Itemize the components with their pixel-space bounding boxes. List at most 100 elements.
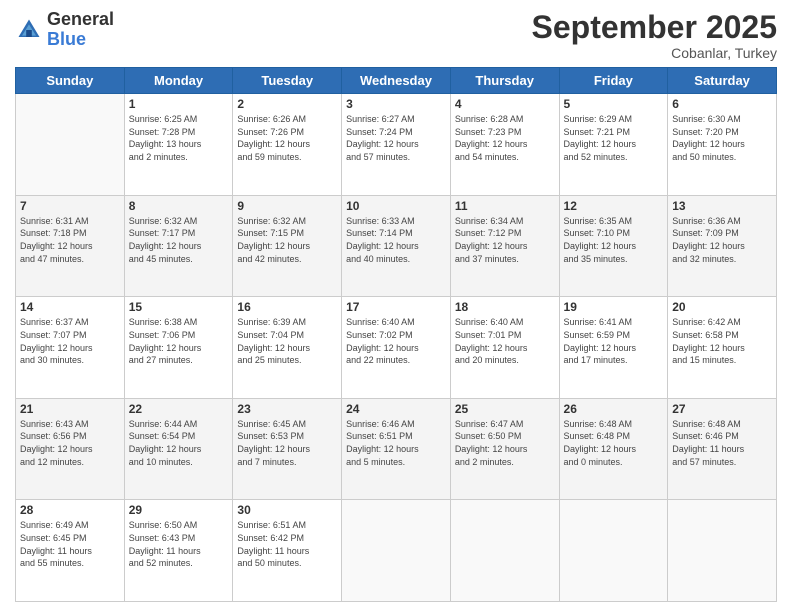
calendar-day-cell: 16 Sunrise: 6:39 AM Sunset: 7:04 PM Dayli…	[233, 297, 342, 399]
day-number: 26	[564, 402, 664, 416]
calendar-day-cell: 20 Sunrise: 6:42 AM Sunset: 6:58 PM Dayli…	[668, 297, 777, 399]
calendar-day-header: Saturday	[668, 68, 777, 94]
day-info: Sunrise: 6:49 AM Sunset: 6:45 PM Dayligh…	[20, 519, 120, 569]
day-number: 6	[672, 97, 772, 111]
day-number: 24	[346, 402, 446, 416]
day-number: 15	[129, 300, 229, 314]
day-number: 1	[129, 97, 229, 111]
day-number: 5	[564, 97, 664, 111]
calendar-day-cell: 26 Sunrise: 6:48 AM Sunset: 6:48 PM Dayli…	[559, 398, 668, 500]
calendar-day-header: Friday	[559, 68, 668, 94]
day-number: 3	[346, 97, 446, 111]
title-block: September 2025 Cobanlar, Turkey	[532, 10, 777, 61]
day-info: Sunrise: 6:36 AM Sunset: 7:09 PM Dayligh…	[672, 215, 772, 265]
calendar-day-cell: 12 Sunrise: 6:35 AM Sunset: 7:10 PM Dayli…	[559, 195, 668, 297]
day-number: 18	[455, 300, 555, 314]
day-number: 11	[455, 199, 555, 213]
calendar-header-row: SundayMondayTuesdayWednesdayThursdayFrid…	[16, 68, 777, 94]
day-info: Sunrise: 6:28 AM Sunset: 7:23 PM Dayligh…	[455, 113, 555, 163]
calendar-day-cell: 11 Sunrise: 6:34 AM Sunset: 7:12 PM Dayli…	[450, 195, 559, 297]
day-number: 27	[672, 402, 772, 416]
day-number: 13	[672, 199, 772, 213]
calendar-day-cell: 25 Sunrise: 6:47 AM Sunset: 6:50 PM Dayli…	[450, 398, 559, 500]
day-number: 28	[20, 503, 120, 517]
calendar-day-cell: 6 Sunrise: 6:30 AM Sunset: 7:20 PM Daylig…	[668, 94, 777, 196]
day-number: 21	[20, 402, 120, 416]
day-info: Sunrise: 6:39 AM Sunset: 7:04 PM Dayligh…	[237, 316, 337, 366]
day-number: 14	[20, 300, 120, 314]
day-info: Sunrise: 6:35 AM Sunset: 7:10 PM Dayligh…	[564, 215, 664, 265]
day-number: 10	[346, 199, 446, 213]
calendar-day-cell: 5Sunrise: 6:29 AM Sunset: 7:21 PM Daylig…	[559, 94, 668, 196]
day-number: 16	[237, 300, 337, 314]
day-info: Sunrise: 6:37 AM Sunset: 7:07 PM Dayligh…	[20, 316, 120, 366]
calendar-day-cell: 17 Sunrise: 6:40 AM Sunset: 7:02 PM Dayli…	[342, 297, 451, 399]
calendar-day-cell: 29 Sunrise: 6:50 AM Sunset: 6:43 PM Dayli…	[124, 500, 233, 602]
day-info: Sunrise: 6:25 AM Sunset: 7:28 PM Dayligh…	[129, 113, 229, 163]
day-number: 7	[20, 199, 120, 213]
day-info: Sunrise: 6:33 AM Sunset: 7:14 PM Dayligh…	[346, 215, 446, 265]
calendar-day-cell: 13 Sunrise: 6:36 AM Sunset: 7:09 PM Dayli…	[668, 195, 777, 297]
calendar-day-cell: 24 Sunrise: 6:46 AM Sunset: 6:51 PM Dayli…	[342, 398, 451, 500]
calendar-day-cell: 28 Sunrise: 6:49 AM Sunset: 6:45 PM Dayli…	[16, 500, 125, 602]
header: General Blue September 2025 Cobanlar, Tu…	[15, 10, 777, 61]
calendar-day-cell	[342, 500, 451, 602]
day-info: Sunrise: 6:40 AM Sunset: 7:02 PM Dayligh…	[346, 316, 446, 366]
calendar-day-cell: 18 Sunrise: 6:40 AM Sunset: 7:01 PM Dayli…	[450, 297, 559, 399]
day-number: 20	[672, 300, 772, 314]
day-number: 8	[129, 199, 229, 213]
day-number: 23	[237, 402, 337, 416]
day-info: Sunrise: 6:50 AM Sunset: 6:43 PM Dayligh…	[129, 519, 229, 569]
calendar-day-cell: 22 Sunrise: 6:44 AM Sunset: 6:54 PM Dayli…	[124, 398, 233, 500]
calendar-day-header: Tuesday	[233, 68, 342, 94]
day-info: Sunrise: 6:34 AM Sunset: 7:12 PM Dayligh…	[455, 215, 555, 265]
logo-text: General Blue	[47, 10, 114, 50]
location: Cobanlar, Turkey	[532, 45, 777, 61]
calendar-week-row: 7 Sunrise: 6:31 AM Sunset: 7:18 PM Daylig…	[16, 195, 777, 297]
calendar-day-cell: 19 Sunrise: 6:41 AM Sunset: 6:59 PM Dayli…	[559, 297, 668, 399]
calendar-day-cell	[559, 500, 668, 602]
logo-general-text: General	[47, 9, 114, 29]
calendar-day-cell: 23Sunrise: 6:45 AM Sunset: 6:53 PM Dayli…	[233, 398, 342, 500]
calendar-day-cell: 14 Sunrise: 6:37 AM Sunset: 7:07 PM Dayli…	[16, 297, 125, 399]
day-info: Sunrise: 6:38 AM Sunset: 7:06 PM Dayligh…	[129, 316, 229, 366]
day-number: 19	[564, 300, 664, 314]
calendar-day-header: Sunday	[16, 68, 125, 94]
day-info: Sunrise: 6:46 AM Sunset: 6:51 PM Dayligh…	[346, 418, 446, 468]
calendar-table: SundayMondayTuesdayWednesdayThursdayFrid…	[15, 67, 777, 602]
day-info: Sunrise: 6:31 AM Sunset: 7:18 PM Dayligh…	[20, 215, 120, 265]
calendar-day-cell: 9Sunrise: 6:32 AM Sunset: 7:15 PM Daylig…	[233, 195, 342, 297]
calendar-day-cell: 21 Sunrise: 6:43 AM Sunset: 6:56 PM Dayli…	[16, 398, 125, 500]
calendar-day-cell: 15 Sunrise: 6:38 AM Sunset: 7:06 PM Dayli…	[124, 297, 233, 399]
calendar-day-cell: 27 Sunrise: 6:48 AM Sunset: 6:46 PM Dayli…	[668, 398, 777, 500]
day-number: 22	[129, 402, 229, 416]
day-number: 25	[455, 402, 555, 416]
day-number: 29	[129, 503, 229, 517]
day-info: Sunrise: 6:40 AM Sunset: 7:01 PM Dayligh…	[455, 316, 555, 366]
day-info: Sunrise: 6:44 AM Sunset: 6:54 PM Dayligh…	[129, 418, 229, 468]
calendar-week-row: 14 Sunrise: 6:37 AM Sunset: 7:07 PM Dayli…	[16, 297, 777, 399]
calendar-day-header: Thursday	[450, 68, 559, 94]
day-number: 4	[455, 97, 555, 111]
day-number: 2	[237, 97, 337, 111]
day-info: Sunrise: 6:41 AM Sunset: 6:59 PM Dayligh…	[564, 316, 664, 366]
day-info: Sunrise: 6:48 AM Sunset: 6:46 PM Dayligh…	[672, 418, 772, 468]
calendar-week-row: 28 Sunrise: 6:49 AM Sunset: 6:45 PM Dayli…	[16, 500, 777, 602]
calendar-day-header: Monday	[124, 68, 233, 94]
day-info: Sunrise: 6:42 AM Sunset: 6:58 PM Dayligh…	[672, 316, 772, 366]
day-info: Sunrise: 6:30 AM Sunset: 7:20 PM Dayligh…	[672, 113, 772, 163]
day-info: Sunrise: 6:48 AM Sunset: 6:48 PM Dayligh…	[564, 418, 664, 468]
calendar-day-cell: 7 Sunrise: 6:31 AM Sunset: 7:18 PM Daylig…	[16, 195, 125, 297]
day-number: 17	[346, 300, 446, 314]
calendar-day-cell	[450, 500, 559, 602]
day-info: Sunrise: 6:43 AM Sunset: 6:56 PM Dayligh…	[20, 418, 120, 468]
day-number: 12	[564, 199, 664, 213]
calendar-week-row: 21 Sunrise: 6:43 AM Sunset: 6:56 PM Dayli…	[16, 398, 777, 500]
calendar-day-cell: 4 Sunrise: 6:28 AM Sunset: 7:23 PM Daylig…	[450, 94, 559, 196]
month-title: September 2025	[532, 10, 777, 45]
day-info: Sunrise: 6:26 AM Sunset: 7:26 PM Dayligh…	[237, 113, 337, 163]
day-info: Sunrise: 6:32 AM Sunset: 7:15 PM Dayligh…	[237, 215, 337, 265]
calendar-day-cell: 3Sunrise: 6:27 AM Sunset: 7:24 PM Daylig…	[342, 94, 451, 196]
day-info: Sunrise: 6:47 AM Sunset: 6:50 PM Dayligh…	[455, 418, 555, 468]
logo: General Blue	[15, 10, 114, 50]
